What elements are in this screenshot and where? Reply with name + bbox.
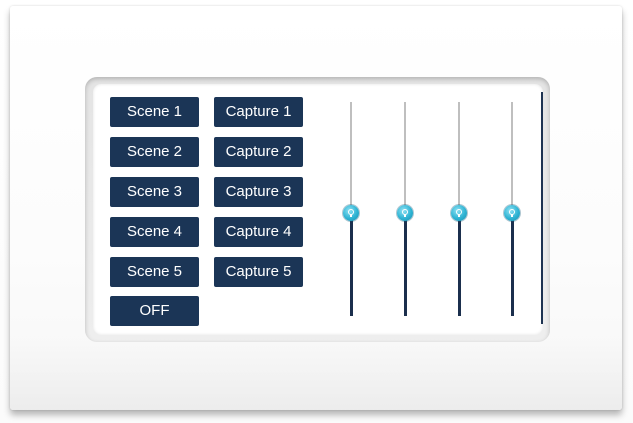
scene-1-label: Scene 1	[126, 103, 183, 120]
fader-3[interactable]	[449, 102, 469, 316]
bulb-icon[interactable]	[504, 205, 520, 221]
fader-4-track	[511, 102, 513, 213]
fader-2-track	[404, 102, 406, 213]
scene-2-label: Scene 2	[126, 143, 183, 160]
off-button[interactable]: OFF	[110, 296, 199, 326]
capture-2-button[interactable]: Capture 2	[214, 137, 303, 167]
fader-3-fill	[457, 213, 461, 316]
fader-4-fill	[510, 213, 514, 316]
capture-3-label: Capture 3	[225, 183, 292, 200]
fader-2-fill	[403, 213, 407, 316]
scene-5-label: Scene 5	[126, 263, 183, 280]
capture-4-button[interactable]: Capture 4	[214, 217, 303, 247]
scene-4-label: Scene 4	[126, 223, 183, 240]
fader-4[interactable]	[502, 102, 522, 316]
plate-shading	[10, 340, 622, 410]
scene-5-button[interactable]: Scene 5	[110, 257, 199, 287]
scene-3-label: Scene 3	[126, 183, 183, 200]
capture-1-label: Capture 1	[225, 103, 292, 120]
capture-4-label: Capture 4	[225, 223, 292, 240]
capture-5-button[interactable]: Capture 5	[214, 257, 303, 287]
scene-3-button[interactable]: Scene 3	[110, 177, 199, 207]
bulb-icon[interactable]	[343, 205, 359, 221]
bulb-icon[interactable]	[451, 205, 467, 221]
fader-1-track	[350, 102, 352, 213]
screen-edge-line	[541, 92, 543, 324]
capture-2-label: Capture 2	[225, 143, 292, 160]
fader-1[interactable]	[341, 102, 361, 316]
capture-1-button[interactable]: Capture 1	[214, 97, 303, 127]
scene-1-button[interactable]: Scene 1	[110, 97, 199, 127]
bulb-icon[interactable]	[397, 205, 413, 221]
stage: Scene 1 Scene 2 Scene 3 Scene 4 Scene 5 …	[0, 0, 633, 423]
off-label: OFF	[139, 302, 170, 319]
fader-3-track	[458, 102, 460, 213]
fader-1-fill	[349, 213, 353, 316]
capture-5-label: Capture 5	[225, 263, 292, 280]
scene-4-button[interactable]: Scene 4	[110, 217, 199, 247]
fader-2[interactable]	[395, 102, 415, 316]
capture-3-button[interactable]: Capture 3	[214, 177, 303, 207]
scene-2-button[interactable]: Scene 2	[110, 137, 199, 167]
